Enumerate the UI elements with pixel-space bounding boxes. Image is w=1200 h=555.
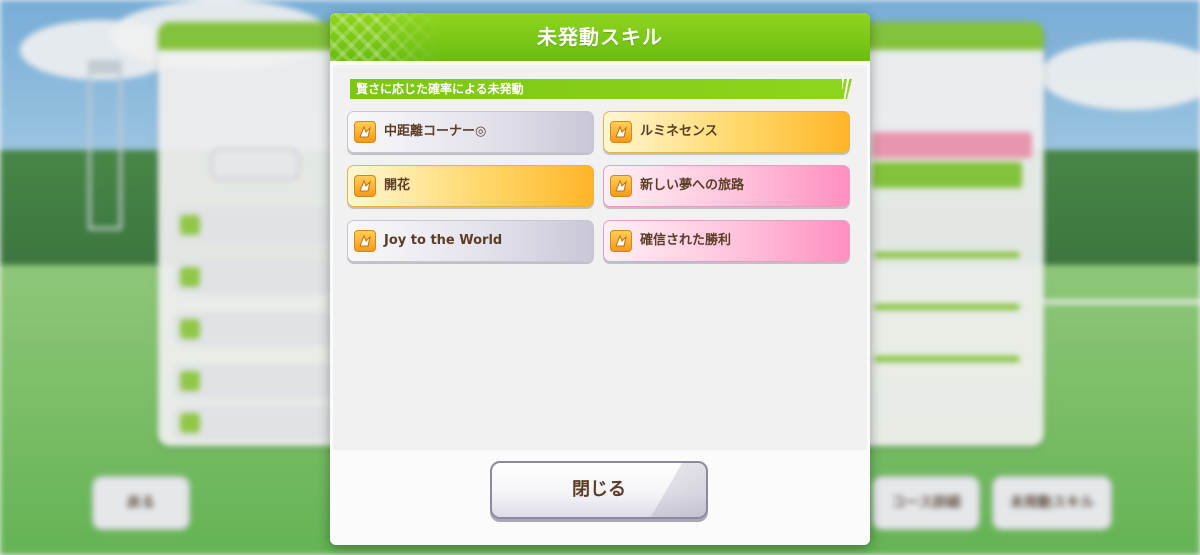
section-label: 賢さに応じた確率による未発動 <box>356 82 524 96</box>
skill-rune-icon <box>354 121 376 143</box>
close-button-label: 閉じる <box>572 479 626 500</box>
skill-card[interactable]: 確信された勝利 <box>603 220 850 262</box>
skill-name: ルミネセンス <box>640 124 718 139</box>
section-header: 賢さに応じた確率による未発動 <box>350 79 852 99</box>
skill-name: Joy to the World <box>384 233 503 248</box>
unactivated-skills-dialog: 未発動スキル 賢さに応じた確率による未発動 中距離コーナー◎ ルミネセンス 開花 <box>330 13 870 545</box>
skill-card[interactable]: ルミネセンス <box>603 111 850 153</box>
skill-card[interactable]: 新しい夢への旅路 <box>603 165 850 207</box>
skill-name: 中距離コーナー◎ <box>384 124 487 139</box>
skill-name: 確信された勝利 <box>640 233 732 248</box>
skill-rune-icon <box>610 121 632 143</box>
dialog-header: 未発動スキル <box>330 13 870 61</box>
skill-name: 新しい夢への旅路 <box>640 178 745 193</box>
skill-rune-icon <box>610 175 632 197</box>
skill-name: 開花 <box>384 178 411 193</box>
skill-card[interactable]: 開花 <box>347 165 594 207</box>
close-button[interactable]: 閉じる <box>490 461 708 519</box>
skill-rune-icon <box>610 230 632 252</box>
dialog-title: 未発動スキル <box>537 25 663 49</box>
skill-card[interactable]: 中距離コーナー◎ <box>347 111 594 153</box>
skill-list-area: 賢さに応じた確率による未発動 中距離コーナー◎ ルミネセンス 開花 新しい夢への <box>333 65 867 450</box>
skill-rune-icon <box>354 175 376 197</box>
skill-card[interactable]: Joy to the World <box>347 220 594 262</box>
skill-rune-icon <box>354 230 376 252</box>
